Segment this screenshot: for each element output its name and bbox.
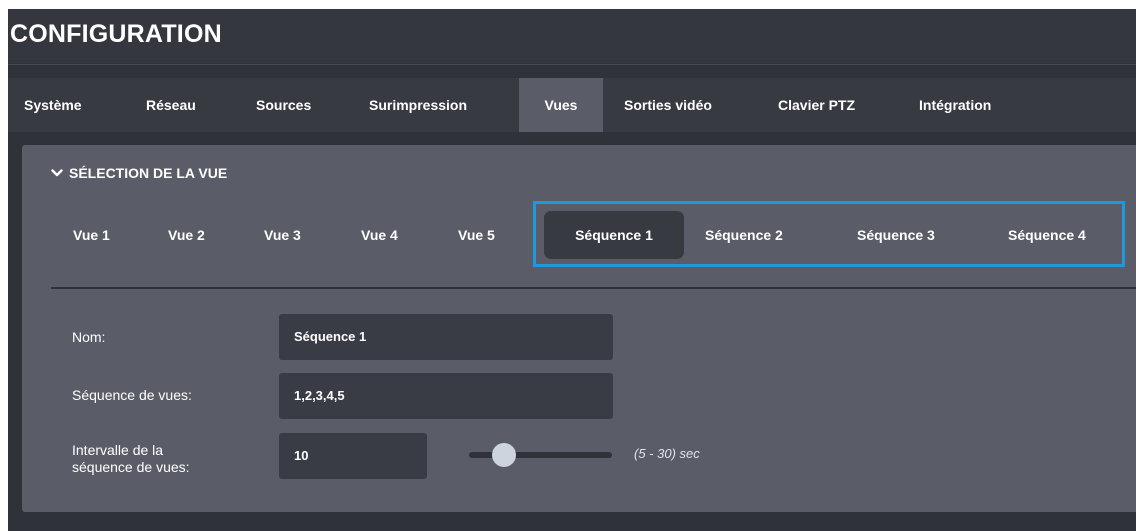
view-tab-vue-2[interactable]: Vue 2 (168, 220, 205, 250)
section-title: SÉLECTION DE LA VUE (69, 165, 228, 181)
tab-vues[interactable]: Vues (519, 78, 603, 132)
view-tab-vue-1[interactable]: Vue 1 (73, 220, 110, 250)
interval-range-note: (5 - 30) sec (634, 446, 700, 461)
view-tab-vue-4[interactable]: Vue 4 (361, 220, 398, 250)
title-bar: CONFIGURATION (8, 9, 1136, 63)
view-tab-vue-3[interactable]: Vue 3 (264, 220, 301, 250)
tab-reseau[interactable]: Réseau (146, 78, 196, 132)
tab-surimpression[interactable]: Surimpression (369, 78, 467, 132)
tab-systeme[interactable]: Système (24, 78, 82, 132)
view-tab-sequence-3[interactable]: Séquence 3 (857, 220, 935, 250)
interval-label-line1: Intervalle de la (72, 442, 164, 458)
interval-slider-thumb[interactable] (492, 443, 516, 467)
view-tab-sequence-4[interactable]: Séquence 4 (1008, 220, 1086, 250)
interval-label-line2: séquence de vues: (72, 459, 190, 475)
view-tab-sequence-2[interactable]: Séquence 2 (705, 220, 783, 250)
page-title: CONFIGURATION (10, 20, 222, 48)
section-toggle[interactable]: SÉLECTION DE LA VUE (51, 165, 227, 181)
view-selection-panel: SÉLECTION DE LA VUE Vue 1 Vue 2 Vue 3 Vu… (22, 145, 1136, 512)
tab-integration[interactable]: Intégration (919, 78, 991, 132)
section-divider (51, 287, 1136, 289)
tab-sources[interactable]: Sources (256, 78, 311, 132)
tab-sorties-video[interactable]: Sorties vidéo (624, 78, 712, 132)
name-label: Nom: (72, 329, 106, 345)
sequence-field[interactable]: 1,2,3,4,5 (279, 373, 613, 419)
interval-field[interactable]: 10 (279, 433, 427, 479)
view-tab-vue-5[interactable]: Vue 5 (458, 220, 495, 250)
interval-slider-track[interactable] (469, 452, 612, 458)
title-divider (8, 64, 1136, 65)
tab-clavier-ptz[interactable]: Clavier PTZ (778, 78, 855, 132)
main-tab-bar: Système Réseau Sources Surimpression Vue… (8, 78, 1136, 132)
name-field[interactable]: Séquence 1 (279, 314, 613, 360)
sequence-label: Séquence de vues: (72, 387, 192, 403)
view-tab-sequence-1[interactable]: Séquence 1 (544, 211, 684, 259)
chevron-down-icon (51, 169, 63, 177)
